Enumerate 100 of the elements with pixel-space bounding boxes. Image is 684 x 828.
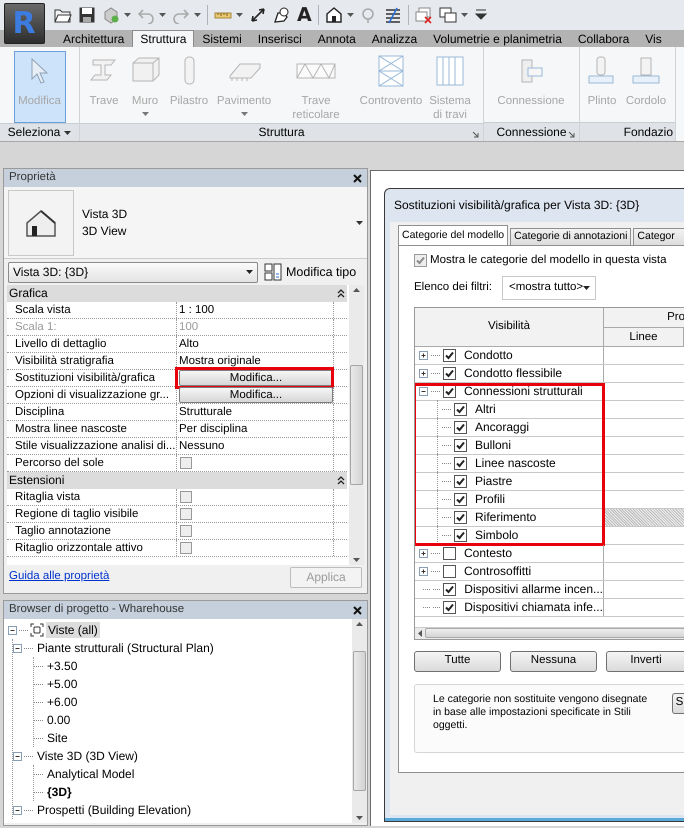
dialog-tab[interactable]: Categorie di annotazioni [510,228,632,245]
tree-item[interactable]: Viste (all) [46,622,100,638]
ribbon-tab[interactable]: Collabora [570,30,638,47]
collapse-icon[interactable] [13,644,22,652]
caret-icon[interactable] [583,286,590,290]
checkbox[interactable] [454,402,467,416]
caret-icon[interactable] [64,130,72,134]
dialog-button[interactable]: Inverti [606,650,684,672]
tree-item[interactable]: {3D} [45,784,74,800]
ribbon-tab[interactable]: Analizza [364,30,426,47]
house-icon[interactable] [324,6,343,24]
scrollbar[interactable] [349,285,364,565]
close-windows-icon[interactable] [414,6,433,24]
collapse-icon[interactable] [419,386,428,396]
caret-icon[interactable] [124,13,131,17]
column-header[interactable]: Linee [604,328,684,346]
text-tool-button[interactable]: A [297,6,312,24]
ribbon-tab[interactable]: Volumetrie e planimetria [425,30,570,47]
tree-item[interactable]: Prospetti (Building Elevation) [35,802,194,818]
launcher-icon[interactable] [568,131,575,138]
collapse-icon[interactable] [13,752,22,760]
scroll-up-icon[interactable] [356,622,363,626]
checkbox[interactable] [454,438,467,452]
caret-icon[interactable] [236,13,243,17]
checkbox[interactable] [454,420,467,434]
checkbox[interactable] [454,456,467,470]
checkbox[interactable] [443,348,456,362]
ribbon-tab[interactable]: Annota [310,30,364,47]
dialog-tab[interactable]: Categor [633,228,684,245]
tree-item[interactable]: Piante strutturali (Structural Plan) [35,640,216,656]
checkbox[interactable] [443,384,456,398]
caret-icon[interactable] [346,13,354,17]
caret-icon[interactable] [246,270,253,274]
instance-dropdown[interactable]: Vista 3D: {3D} [8,262,258,282]
collapse-icon[interactable] [337,289,345,298]
edit-button[interactable]: Modifica... [179,370,333,386]
checkbox[interactable] [454,474,467,488]
ribbon-tab[interactable]: Inserisci [250,30,310,47]
checkbox[interactable] [454,528,467,542]
type-selector[interactable]: Vista 3D 3D View [4,187,367,259]
scroll-down-icon[interactable] [353,558,360,562]
ribbon-tab[interactable]: Sistemi [194,30,250,47]
property-name: Regione di taglio visibile [7,506,177,522]
close-icon[interactable] [353,174,362,182]
caret-icon[interactable] [159,13,166,17]
expand-icon[interactable] [419,350,428,360]
edit-button[interactable]: Modifica... [179,387,333,403]
expand-icon[interactable] [419,566,428,576]
caret-icon[interactable] [356,220,363,224]
collapse-icon[interactable] [13,806,22,814]
property-name: Taglio annotazione [7,523,177,539]
expand-icon[interactable] [419,368,428,378]
scroll-down-icon[interactable] [356,816,363,820]
checkbox[interactable] [180,525,192,537]
close-icon[interactable] [353,606,362,614]
checkbox[interactable] [454,510,467,524]
checkbox[interactable] [443,546,456,560]
tree-item[interactable]: Analytical Model [45,766,136,782]
column-header[interactable]: Visibilità [415,308,604,346]
caret-icon[interactable] [194,13,201,17]
edit-type-button[interactable]: Modifica tipo [264,263,356,281]
tree-item[interactable]: 0.00 [45,712,72,728]
checkbox[interactable] [454,492,467,506]
dialog-button[interactable]: Nessuna [510,650,597,672]
dialog-tab[interactable]: Categorie del modello [398,225,508,245]
scrollbar[interactable] [352,619,367,823]
tree-item[interactable]: Viste 3D (3D View) [35,748,140,764]
scroll-up-icon[interactable] [353,288,360,292]
filter-dropdown[interactable]: <mostra tutto> [502,276,596,300]
scrollbar[interactable] [415,626,684,639]
launcher-icon[interactable] [472,131,479,138]
checkbox[interactable] [180,491,192,503]
checkbox[interactable] [443,582,456,596]
save-icon[interactable] [78,6,96,24]
checkbox[interactable] [443,600,456,614]
checkbox[interactable] [180,508,192,520]
checkbox[interactable] [180,457,192,469]
caret-icon[interactable] [460,13,468,17]
tree-item[interactable]: Site [45,730,70,746]
dimension-icon[interactable] [249,6,267,24]
expand-icon[interactable] [419,548,428,558]
ribbon-tab[interactable]: Architettura [55,30,132,47]
object-styles-button[interactable]: S [672,692,684,714]
help-link[interactable]: Guida alle proprietà [9,570,110,584]
checkbox[interactable] [443,366,456,380]
dialog-button[interactable]: Tutte [414,650,501,672]
thin-lines-icon[interactable] [384,6,402,24]
collapse-icon[interactable] [8,626,17,634]
tree-item[interactable]: +6.00 [45,694,80,710]
collapse-icon[interactable] [337,476,345,485]
checkbox[interactable] [180,542,192,554]
scroll-left-icon[interactable] [418,630,422,637]
checkbox[interactable] [443,564,456,578]
ribbon-tab[interactable]: Vis [637,30,670,47]
tag-icon[interactable] [273,6,291,24]
ribbon-tab[interactable]: Struttura [132,30,194,47]
tree-item[interactable]: +3.50 [45,658,80,674]
category-name: Condotto flessibile [464,366,562,380]
switch-windows-icon[interactable] [438,6,457,24]
tree-item[interactable]: +5.00 [45,676,80,692]
